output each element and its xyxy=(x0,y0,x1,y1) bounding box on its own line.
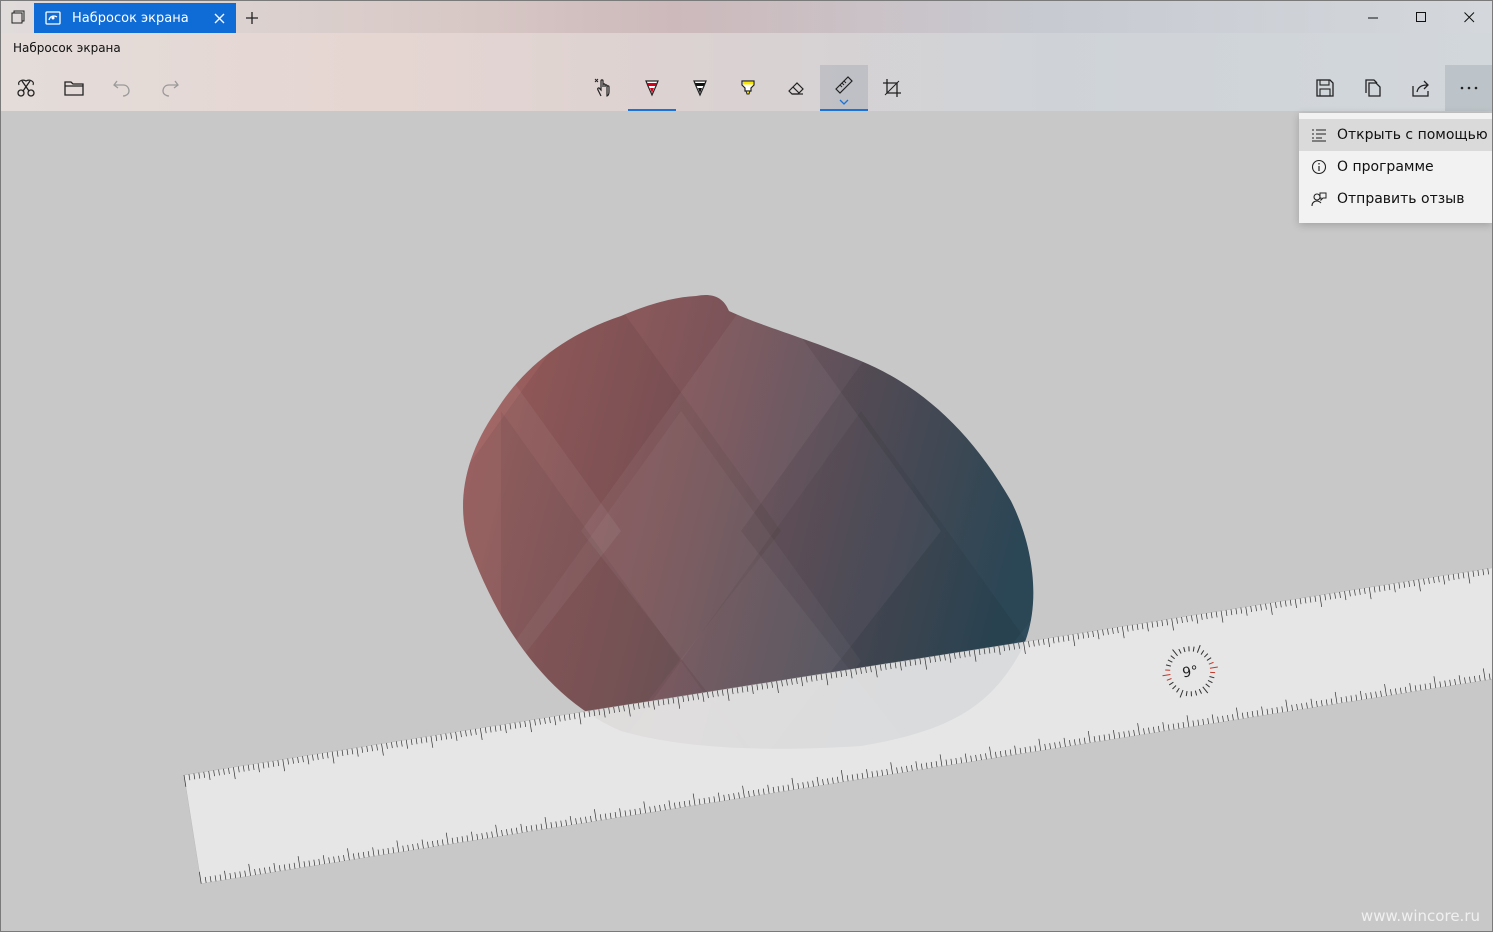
app-title: Набросок экрана xyxy=(13,41,121,55)
snip-sketch-icon xyxy=(45,11,61,25)
eraser-icon xyxy=(788,82,804,95)
chevron-down-icon xyxy=(839,99,849,105)
menu-item-about[interactable]: О программе xyxy=(1299,151,1492,183)
info-icon xyxy=(1311,159,1327,175)
redo-button[interactable] xyxy=(146,65,194,111)
more-button[interactable] xyxy=(1445,65,1492,111)
menu-item-feedback[interactable]: Отправить отзыв xyxy=(1299,183,1492,215)
copy-icon xyxy=(1365,79,1381,97)
save-icon xyxy=(1316,79,1334,97)
open-with-icon xyxy=(1311,127,1327,143)
highlighter-button[interactable] xyxy=(724,65,772,111)
ballpoint-pen-button[interactable] xyxy=(628,65,676,111)
tabs-icon xyxy=(11,10,24,24)
open-file-button[interactable] xyxy=(50,65,98,111)
app-window: Набросок экрана Набросок экрана 9° www.w… xyxy=(0,0,1493,932)
close-icon xyxy=(214,13,224,23)
menu-item-label: О программе xyxy=(1337,159,1434,175)
title-bar: Набросок экрана xyxy=(1,1,1492,33)
eraser-button[interactable] xyxy=(772,65,820,111)
feedback-icon xyxy=(1311,191,1327,207)
maximize-button[interactable] xyxy=(1398,1,1444,33)
close-window-button[interactable] xyxy=(1446,1,1492,33)
menu-item-label: Отправить отзыв xyxy=(1337,191,1465,207)
app-header: Набросок экрана xyxy=(1,33,1492,111)
minimize-icon xyxy=(1367,17,1378,18)
pencil-button[interactable] xyxy=(676,65,724,111)
copy-button[interactable] xyxy=(1349,65,1397,111)
undo-icon xyxy=(113,80,130,97)
more-icon xyxy=(1460,86,1478,90)
ballpoint-pen-icon xyxy=(645,80,659,97)
close-icon xyxy=(1463,11,1474,22)
ruler-angle-label: 9° xyxy=(1181,663,1199,681)
more-options-menu: Открыть с помощью О программе Отправить … xyxy=(1299,113,1492,223)
menu-item-label: Открыть с помощью xyxy=(1337,127,1488,143)
share-icon xyxy=(1412,80,1429,97)
undo-button[interactable] xyxy=(98,65,146,111)
drawing-canvas[interactable]: 9° www.wincore.ru xyxy=(1,111,1492,931)
menu-item-open-with[interactable]: Открыть с помощью xyxy=(1299,119,1492,151)
folder-icon xyxy=(64,81,84,96)
tab-title: Набросок экрана xyxy=(72,10,189,26)
share-button[interactable] xyxy=(1397,65,1445,111)
crop-button[interactable] xyxy=(868,65,916,111)
plus-icon xyxy=(246,12,258,24)
maximize-icon xyxy=(1415,11,1426,22)
active-tab[interactable]: Набросок экрана xyxy=(34,3,236,33)
canvas-artwork: 9° xyxy=(183,294,1492,884)
new-snip-button[interactable] xyxy=(2,65,50,111)
save-button[interactable] xyxy=(1301,65,1349,111)
crop-icon xyxy=(883,79,901,97)
pencil-icon xyxy=(693,80,707,97)
snip-icon xyxy=(17,79,35,97)
new-tab-button[interactable] xyxy=(241,7,263,29)
ruler-icon xyxy=(835,76,853,94)
tab-close-button[interactable] xyxy=(211,10,227,26)
touch-writing-button[interactable] xyxy=(580,65,628,111)
tab-switcher-button[interactable] xyxy=(1,1,34,33)
minimize-button[interactable] xyxy=(1350,1,1396,33)
highlighter-icon xyxy=(741,80,755,95)
redo-icon xyxy=(162,80,179,97)
ruler-button[interactable] xyxy=(820,65,868,111)
watermark: www.wincore.ru xyxy=(1360,907,1480,925)
touch-writing-icon xyxy=(594,78,610,97)
